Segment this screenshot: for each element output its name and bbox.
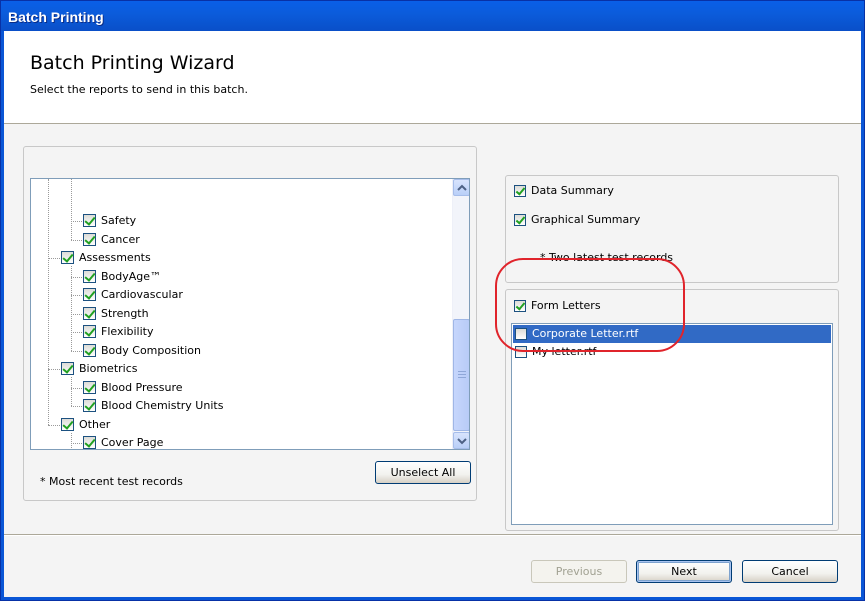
reports-tree[interactable]: Safety Cancer Assessments BodyAge™ Cardiovas… [30, 178, 470, 450]
tree-item-checkbox[interactable] [61, 362, 74, 375]
tree-item-checkbox[interactable] [83, 380, 96, 394]
tree-item-label: Safety [101, 214, 137, 227]
grip-line [458, 377, 466, 378]
batch-printing-window: Batch Printing Batch Printing Wizard Sel… [0, 0, 865, 601]
tree-item-checkbox[interactable] [83, 343, 96, 357]
cancel-button[interactable]: Cancel [742, 560, 838, 583]
tree-item-label: Other [79, 417, 111, 431]
reports-panel: Safety Cancer Assessments BodyAge™ Cardiovas… [23, 146, 477, 501]
list-item-label: My letter.rtf [532, 345, 597, 358]
list-item[interactable]: My letter.rtf [513, 343, 831, 361]
wizard-body: Safety Cancer Assessments BodyAge™ Cardiovas… [4, 124, 861, 534]
scroll-down-button[interactable] [453, 432, 469, 449]
wizard-footer: Previous Next Cancel [4, 536, 861, 597]
list-item-label: Corporate Letter.rtf [532, 327, 639, 340]
tree-item-label: Strength [101, 306, 149, 320]
previous-button[interactable]: Previous [531, 560, 627, 583]
tree-item-label: Flexibility [101, 325, 154, 338]
graphical-summary-label: Graphical Summary [531, 213, 641, 226]
list-item-checkbox[interactable] [515, 328, 527, 340]
tree-item-label: Blood Pressure [101, 380, 183, 394]
tree-item-label: Biometrics [79, 362, 138, 375]
tree-item[interactable]: Safety [31, 212, 451, 230]
form-letters-checkbox[interactable] [514, 300, 526, 312]
wizard-header: Batch Printing Wizard Select the reports… [4, 31, 861, 123]
tree-item-label: Cancer [101, 232, 140, 246]
summary-panel: Data Summary Graphical Summary * Two lat… [505, 175, 839, 283]
tree-item-checkbox[interactable] [83, 269, 96, 283]
unselect-all-button[interactable]: Unselect All [375, 461, 471, 484]
form-letters-label: Form Letters [531, 299, 601, 312]
data-summary-label: Data Summary [531, 184, 614, 197]
tree-item-checkbox[interactable] [83, 214, 96, 227]
tree-item[interactable]: Blood Chemistry Units [31, 397, 451, 415]
tree-item[interactable]: Assessments [31, 249, 451, 267]
tree-item-checkbox[interactable] [83, 288, 96, 301]
data-summary-checkbox[interactable] [514, 185, 526, 197]
scroll-thumb[interactable] [453, 319, 469, 431]
next-button[interactable]: Next [636, 560, 732, 583]
tree-item-label: BodyAge™ [101, 269, 162, 283]
tree-item-label: Cardiovascular [101, 288, 183, 301]
tree-item[interactable]: Body Composition [31, 342, 451, 360]
list-item[interactable]: Corporate Letter.rtf [513, 325, 831, 343]
tree-item[interactable]: Flexibility [31, 323, 451, 341]
tree-item[interactable]: BodyAge™ [31, 268, 451, 286]
tree-item-label: Body Composition [101, 343, 201, 357]
tree-item[interactable]: Biometrics [31, 360, 451, 378]
wizard-client-area: Batch Printing Wizard Select the reports… [4, 31, 861, 597]
tree-item-checkbox[interactable] [83, 325, 96, 338]
page-title: Batch Printing Wizard [30, 52, 235, 74]
tree-item-label: Assessments [79, 251, 151, 264]
tree-item-label: Blood Chemistry Units [101, 399, 224, 412]
tree-item[interactable]: Cover Page [31, 434, 451, 449]
chevron-up-icon [457, 184, 467, 191]
page-subtitle: Select the reports to send in this batch… [30, 83, 248, 96]
list-item-checkbox[interactable] [515, 346, 527, 358]
tree-item[interactable]: Strength [31, 305, 451, 323]
grip-line [458, 374, 466, 375]
tree-item-label: Cover Page [101, 436, 164, 449]
tree-item-checkbox[interactable] [61, 251, 74, 264]
tree-item[interactable]: Cardiovascular [31, 286, 451, 304]
graphical-summary-checkbox[interactable] [514, 214, 526, 226]
tree-scrollbar[interactable] [452, 179, 469, 449]
tree-item-checkbox[interactable] [83, 306, 96, 320]
form-letters-panel: Form Letters Corporate Letter.rtf My let… [505, 289, 839, 531]
most-recent-note: * Most recent test records [40, 475, 183, 488]
window-title: Batch Printing [1, 1, 864, 31]
tree-item[interactable]: Other [31, 416, 451, 434]
tree-item[interactable]: Blood Pressure [31, 379, 451, 397]
tree-item-checkbox[interactable] [83, 436, 96, 449]
tree-item-checkbox[interactable] [83, 399, 96, 412]
two-latest-note: * Two latest test records [540, 251, 674, 264]
scroll-up-button[interactable] [453, 179, 469, 196]
tree-item-checkbox[interactable] [61, 417, 74, 431]
grip-line [458, 371, 466, 372]
tree-item-checkbox[interactable] [83, 232, 96, 246]
tree-item[interactable]: Cancer [31, 231, 451, 249]
chevron-down-icon [457, 438, 467, 445]
form-letters-list[interactable]: Corporate Letter.rtf My letter.rtf [511, 323, 833, 525]
